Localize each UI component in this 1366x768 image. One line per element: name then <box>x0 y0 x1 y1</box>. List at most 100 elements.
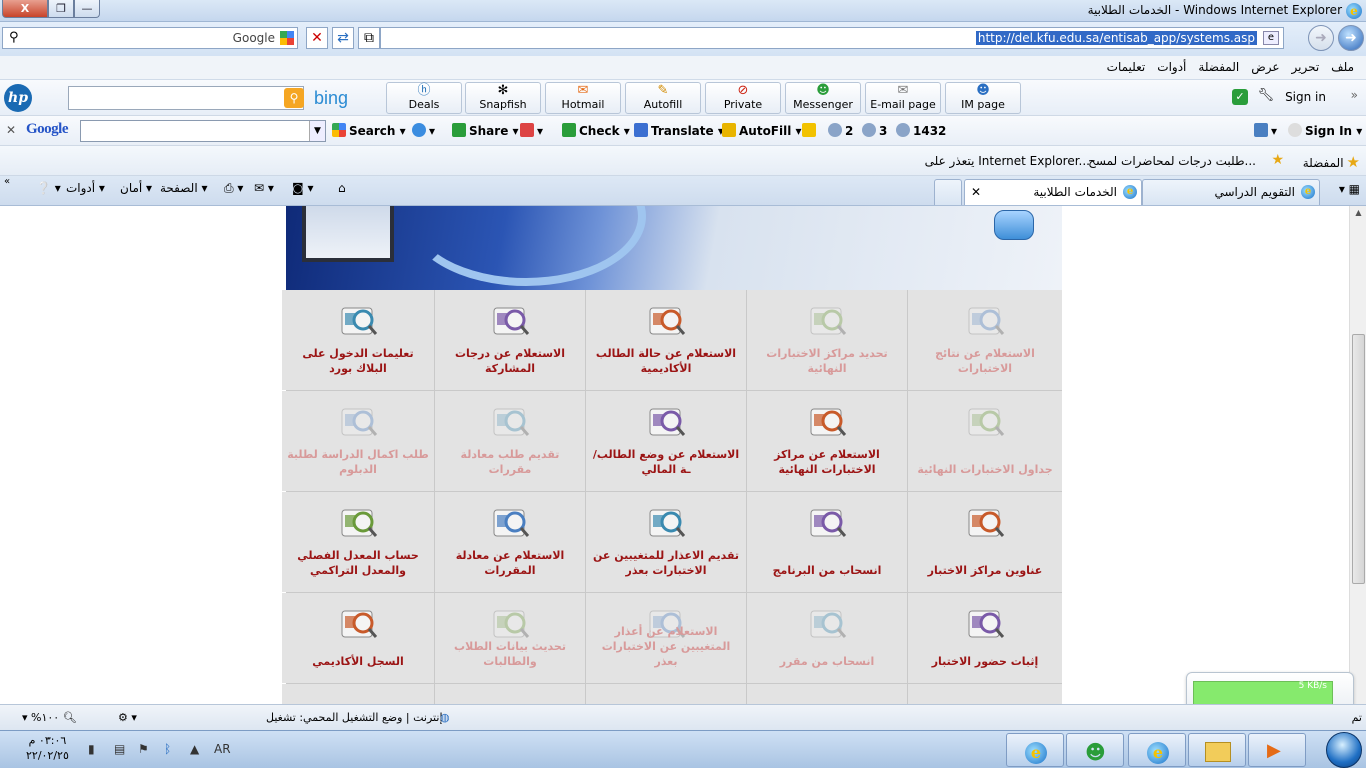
flag-icon[interactable]: ⚑ <box>138 742 149 756</box>
tab-student-services[interactable]: ✕ الخدمات الطلابية e <box>964 179 1142 205</box>
google-sign-in-button[interactable]: Sign In ▾ <box>1288 123 1362 138</box>
menu-view[interactable]: عرض <box>1251 60 1279 74</box>
network-signal-icon[interactable]: ▮ <box>88 742 95 756</box>
private-button[interactable]: ⊘ Private <box>705 82 781 114</box>
language-indicator[interactable]: AR <box>214 742 231 756</box>
favorite-link-2[interactable]: يتعذر على Internet Explorer... <box>925 154 1090 168</box>
tools-button[interactable]: أدوات ▾ <box>66 181 105 195</box>
google-search-input[interactable]: ▼ <box>80 120 326 142</box>
puzzle-icon[interactable]: ▾ <box>412 123 435 138</box>
service-tile[interactable]: الاستعلام عن درجات المشاركة <box>435 290 585 390</box>
bluetooth-icon[interactable]: ᛒ <box>164 742 171 756</box>
check-button[interactable]: Check ▾ <box>562 123 630 138</box>
service-tile[interactable]: الاستعلام عن معادلة المقررات <box>435 492 585 592</box>
tab-academic-calendar[interactable]: التقويم الدراسي e <box>1142 179 1320 205</box>
service-tile[interactable]: الاستعلام عن نتائج الاختبارات <box>908 290 1062 390</box>
print-icon[interactable]: ⎙ ▾ <box>224 181 243 196</box>
share-button[interactable]: Share ▾ <box>452 123 519 138</box>
autofill-google-button[interactable]: AutoFill ▾ <box>722 123 802 138</box>
snapfish-button[interactable]: ✻ Snapfish <box>465 82 541 114</box>
taskbar-explorer[interactable] <box>1188 733 1246 767</box>
show-hidden-icons[interactable]: ▲ <box>190 742 199 756</box>
minimize-window-button[interactable]: — <box>74 0 100 18</box>
search-input[interactable]: ⚲ Google <box>2 27 298 49</box>
mail-icon[interactable]: ✉ ▾ <box>254 181 274 195</box>
count-c[interactable]: 1432 <box>896 123 946 138</box>
google-search-button[interactable]: Search ▾ <box>332 123 406 138</box>
messenger-button[interactable]: ☻ Messenger <box>785 82 861 114</box>
url-field[interactable]: http://del.kfu.edu.sa/entisab_app/system… <box>380 27 1284 49</box>
hp-logo-icon[interactable]: hp <box>4 84 32 112</box>
service-tile[interactable]: الاستعلام عن حالة الطالب الأكاديمية <box>586 290 746 390</box>
search-icon[interactable]: ⚲ <box>9 30 19 45</box>
service-tile[interactable]: إثبات حضور الاختبار <box>908 593 1062 683</box>
email-page-button[interactable]: ✉ E-mail page <box>865 82 941 114</box>
service-tile[interactable]: تعليمات الدخول على البلاك بورد <box>282 290 434 390</box>
add-favorite-icon[interactable]: ★ <box>1271 152 1284 168</box>
service-tile[interactable]: حساب المعدل الفصلي والمعدل التراكمي <box>282 492 434 592</box>
power-icon[interactable]: ▤ <box>114 742 125 756</box>
scroll-thumb[interactable] <box>1352 334 1365 584</box>
service-tile-partial[interactable] <box>586 684 746 704</box>
service-tile[interactable]: جداول الاختبارات النهائية <box>908 391 1062 491</box>
menu-favorites[interactable]: المفضلة <box>1198 60 1239 74</box>
maximize-window-button[interactable]: ❐ <box>48 0 74 18</box>
home-icon[interactable]: ⌂ <box>338 181 346 195</box>
service-tile[interactable]: تحديث بيانات الطلاب والطالبات <box>435 593 585 683</box>
dropdown-arrow-icon[interactable]: ▼ <box>309 121 325 141</box>
forward-button[interactable]: ➜ <box>1308 25 1334 51</box>
favorite-link-1[interactable]: طلبت درجات لمحاضرات لمسح... <box>1088 154 1256 168</box>
service-tile[interactable]: طلب اكمال الدراسة لطلبة الدبلوم <box>282 391 434 491</box>
protected-mode-icon[interactable]: ⚙ ▾ <box>118 711 137 724</box>
favorites-button[interactable]: المفضلة ★ <box>1303 153 1360 171</box>
scroll-up-icon[interactable]: ▲ <box>1352 208 1365 222</box>
new-tab-button[interactable] <box>934 179 962 205</box>
service-tile[interactable]: تحديد مراكز الاختبارات النهائية <box>747 290 907 390</box>
service-tile-partial[interactable] <box>282 684 434 704</box>
service-tile[interactable]: انسحاب من مقرر <box>747 593 907 683</box>
service-tile-partial[interactable] <box>435 684 585 704</box>
taskbar-ie-2[interactable]: e <box>1128 733 1186 767</box>
service-tile[interactable]: تقديم الاعذار للمتغيبين عن الاختبارات بع… <box>586 492 746 592</box>
service-tile[interactable]: الاستعلام عن مراكز الاختبارات النهائية <box>747 391 907 491</box>
translate-button[interactable]: Translate ▾ <box>634 123 724 138</box>
count-b[interactable]: 3 <box>862 123 887 138</box>
menu-tools[interactable]: أدوات <box>1157 60 1186 74</box>
service-tile[interactable]: الاستعلام عن وضع الطالب/ـة المالي <box>586 391 746 491</box>
service-tile-partial[interactable] <box>908 684 1062 704</box>
safety-button[interactable]: أمان ▾ <box>120 181 152 195</box>
bing-search-button[interactable]: ⚲ <box>284 88 304 108</box>
taskbar-messenger[interactable]: ☻ <box>1066 733 1124 767</box>
autofill-button[interactable]: ✎ Autofill <box>625 82 701 114</box>
quick-tabs-icon[interactable]: ▾ ▦ <box>1339 182 1360 196</box>
close-tab-icon[interactable]: ✕ <box>971 185 981 199</box>
taskbar-clock[interactable]: ٠٣:٠٦ م ٢٢/٠٢/٢٥ <box>26 733 69 763</box>
service-tile[interactable]: الاستعلام عن أعذار المتغيبين عن الاختبار… <box>586 593 746 683</box>
im-page-button[interactable]: ☻ IM page <box>945 82 1021 114</box>
help-button[interactable]: ❔ ▾ <box>36 181 61 195</box>
start-button[interactable] <box>1326 732 1362 768</box>
bing-search-input[interactable] <box>68 86 304 110</box>
menu-help[interactable]: تعليمات <box>1107 60 1146 74</box>
shield-icon[interactable]: ✓ <box>1232 89 1248 105</box>
taskbar-media-player[interactable]: ▶ <box>1248 733 1306 767</box>
menu-file[interactable]: ملف <box>1331 60 1354 74</box>
taskbar-ie-1[interactable]: e <box>1006 733 1064 767</box>
deals-button[interactable]: ⓗ Deals <box>386 82 462 114</box>
highlighter-icon[interactable] <box>802 123 819 138</box>
close-toolbar-icon[interactable]: ✕ <box>6 123 16 137</box>
rss-feed-icon[interactable]: ◙ ▾ <box>292 181 313 195</box>
service-tile[interactable]: انسحاب من البرنامج <box>747 492 907 592</box>
chevron-right-icon[interactable]: » <box>1351 88 1358 102</box>
service-tile[interactable]: عناوين مراكز الاختبار <box>908 492 1062 592</box>
back-button[interactable]: ➜ <box>1338 25 1364 51</box>
compatibility-icon[interactable]: ⧉ <box>358 27 380 49</box>
page-button[interactable]: الصفحة ▾ <box>160 181 208 195</box>
hp-sign-in-link[interactable]: Sign in <box>1285 90 1326 104</box>
more-chevron-icon[interactable]: « <box>4 176 10 187</box>
menu-edit[interactable]: تحرير <box>1292 60 1320 74</box>
google-wrench-icon[interactable]: ▾ <box>1254 123 1277 138</box>
zoom-control[interactable]: ▾ %١٠٠ 🔍︎ <box>22 711 77 724</box>
hotmail-button[interactable]: ✉ Hotmail <box>545 82 621 114</box>
refresh-icon[interactable]: ⇄ <box>332 27 354 49</box>
